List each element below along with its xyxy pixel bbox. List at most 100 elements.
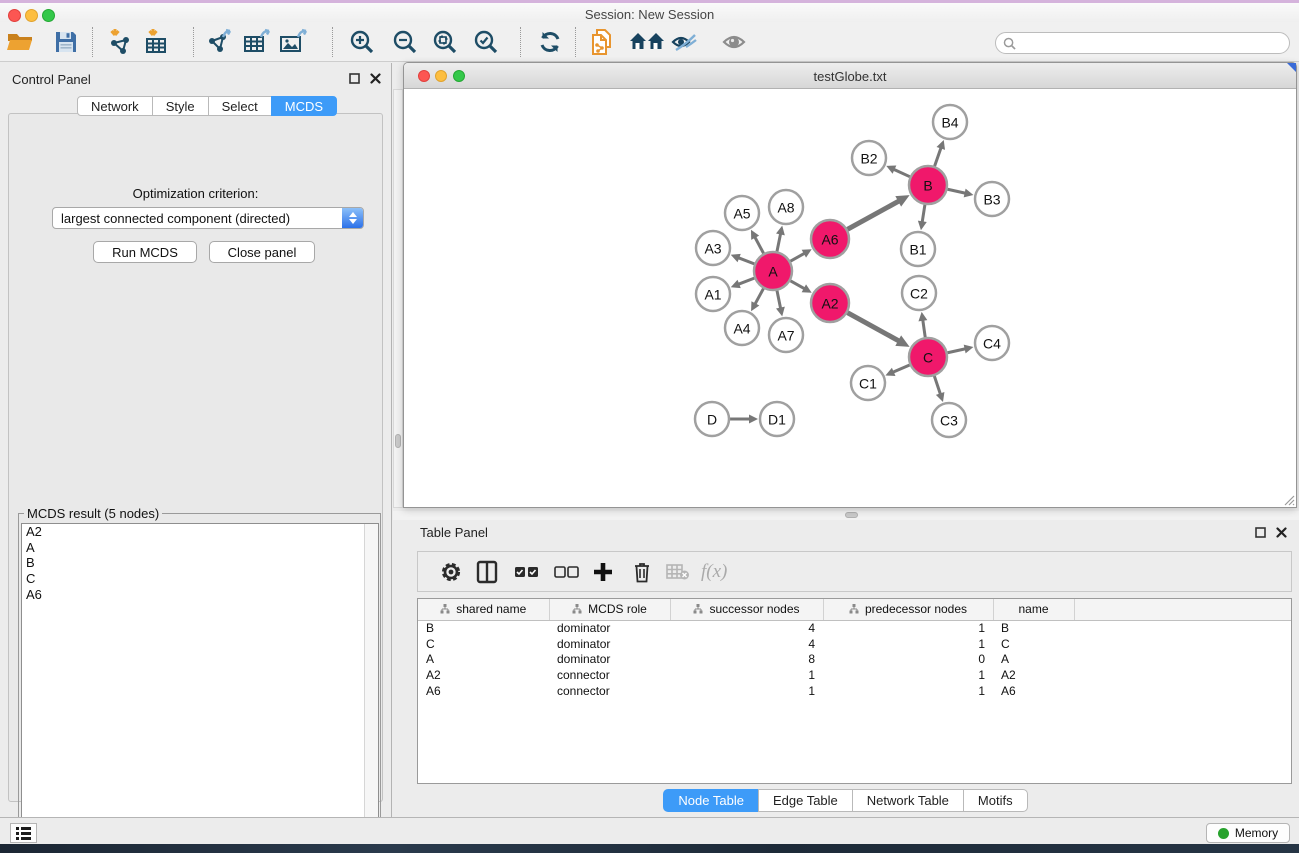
- cell[interactable]: dominator: [549, 620, 670, 636]
- search-input[interactable]: [1020, 36, 1289, 50]
- graph-node-B[interactable]: B: [909, 166, 947, 204]
- zoom-fit-button[interactable]: [429, 26, 461, 58]
- open-session-button[interactable]: [4, 26, 36, 58]
- column-header-predecessor-nodes[interactable]: predecessor nodes: [823, 599, 993, 620]
- export-image-button[interactable]: [277, 26, 309, 58]
- table-row-A2[interactable]: A2connector11A2: [418, 667, 1291, 683]
- cell[interactable]: 1: [823, 636, 993, 652]
- run-mcds-button[interactable]: Run MCDS: [93, 241, 197, 263]
- cell[interactable]: B: [418, 620, 549, 636]
- graph-edge-A6-B[interactable]: [848, 201, 900, 229]
- tab-motifs[interactable]: Motifs: [963, 789, 1028, 812]
- deselect-all-rows-button[interactable]: [554, 552, 579, 591]
- table-row-B[interactable]: Bdominator41B: [418, 620, 1291, 636]
- graph-edge-A-A3[interactable]: [738, 258, 754, 264]
- resize-grip-icon[interactable]: [1281, 492, 1295, 506]
- graph-edge-C-C4[interactable]: [948, 349, 966, 353]
- close-panel-icon[interactable]: [370, 73, 381, 84]
- graph-edge-B-B3[interactable]: [948, 189, 966, 193]
- cell[interactable]: 0: [823, 651, 993, 667]
- cell[interactable]: 1: [823, 667, 993, 683]
- result-item-C[interactable]: C: [22, 571, 378, 587]
- show-columns-button[interactable]: [476, 552, 498, 591]
- graph-node-B3[interactable]: B3: [975, 182, 1009, 216]
- network-window-titlebar[interactable]: testGlobe.txt: [404, 63, 1296, 89]
- vertical-scroll-thumb[interactable]: [395, 434, 401, 448]
- graph-node-C1[interactable]: C1: [851, 366, 885, 400]
- table-row-A[interactable]: Adominator80A: [418, 651, 1291, 667]
- column-header-name[interactable]: name: [993, 599, 1074, 620]
- memory-button[interactable]: Memory: [1206, 823, 1290, 843]
- graph-node-C[interactable]: C: [909, 338, 947, 376]
- zoom-selected-button[interactable]: [470, 26, 502, 58]
- graph-node-A1[interactable]: A1: [696, 277, 730, 311]
- graph-edge-A-A2[interactable]: [790, 281, 804, 289]
- search-field[interactable]: [995, 32, 1290, 54]
- cell[interactable]: A6: [418, 683, 549, 699]
- import-network-button[interactable]: [104, 26, 136, 58]
- cell[interactable]: connector: [549, 667, 670, 683]
- graph-edge-A-A1[interactable]: [738, 278, 754, 284]
- float-panel-icon[interactable]: [1255, 527, 1266, 538]
- graph-edge-A-A8[interactable]: [777, 233, 781, 251]
- cell[interactable]: C: [418, 636, 549, 652]
- cell[interactable]: A6: [993, 683, 1074, 699]
- graph-edge-B-B4[interactable]: [935, 147, 942, 166]
- close-panel-icon[interactable]: [1276, 527, 1287, 538]
- graph-node-D[interactable]: D: [695, 402, 729, 436]
- cell[interactable]: 1: [670, 683, 823, 699]
- graph-node-A8[interactable]: A8: [769, 190, 803, 224]
- export-table-button[interactable]: [241, 26, 273, 58]
- desktop-vertical-scrollbar[interactable]: [393, 89, 403, 508]
- export-network-button[interactable]: [204, 26, 236, 58]
- graph-node-A[interactable]: A: [754, 252, 792, 290]
- result-list-scrollbar[interactable]: [364, 524, 378, 842]
- graph-edge-C-C1[interactable]: [893, 365, 910, 372]
- table-row-A6[interactable]: A6connector11A6: [418, 683, 1291, 699]
- graph-node-A3[interactable]: A3: [696, 231, 730, 265]
- graph-edge-B-B1[interactable]: [922, 205, 925, 223]
- column-header-successor-nodes[interactable]: successor nodes: [670, 599, 823, 620]
- graph-edge-B-B2[interactable]: [894, 169, 910, 176]
- table-settings-button[interactable]: [440, 552, 462, 591]
- hide-graphics-button[interactable]: [668, 26, 700, 58]
- cell[interactable]: A2: [418, 667, 549, 683]
- tab-edge-table[interactable]: Edge Table: [758, 789, 853, 812]
- cell[interactable]: 8: [670, 651, 823, 667]
- network-graph[interactable]: B4B2BB3A5A8A6B1A3AA1C2A2A4A7C4CC1C3DD1: [405, 90, 1295, 507]
- graph-edge-A-A7[interactable]: [777, 291, 781, 309]
- criterion-dropdown[interactable]: largest connected component (directed): [52, 207, 364, 229]
- cell[interactable]: A: [418, 651, 549, 667]
- zoom-out-button[interactable]: [389, 26, 421, 58]
- save-session-button[interactable]: [50, 26, 82, 58]
- graph-edge-C-C2[interactable]: [923, 320, 925, 337]
- select-all-rows-button[interactable]: [514, 552, 539, 591]
- tab-style[interactable]: Style: [152, 96, 209, 116]
- tab-mcds[interactable]: MCDS: [271, 96, 337, 116]
- result-item-A6[interactable]: A6: [22, 587, 378, 603]
- graph-node-C3[interactable]: C3: [932, 403, 966, 437]
- mcds-result-list[interactable]: A2ABCA6: [21, 523, 379, 843]
- clone-network-button[interactable]: [587, 26, 619, 58]
- graph-node-B4[interactable]: B4: [933, 105, 967, 139]
- float-panel-icon[interactable]: [349, 73, 360, 84]
- graph-node-D1[interactable]: D1: [760, 402, 794, 436]
- import-table-button[interactable]: [141, 26, 173, 58]
- delete-columns-button[interactable]: [632, 552, 652, 591]
- cell[interactable]: connector: [549, 683, 670, 699]
- table-row-C[interactable]: Cdominator41C: [418, 636, 1291, 652]
- graph-edge-A-A4[interactable]: [755, 289, 764, 305]
- home-button[interactable]: [628, 26, 668, 58]
- result-item-A2[interactable]: A2: [22, 524, 378, 540]
- cell[interactable]: C: [993, 636, 1074, 652]
- graph-node-A7[interactable]: A7: [769, 318, 803, 352]
- tab-select[interactable]: Select: [208, 96, 272, 116]
- graph-node-A6[interactable]: A6: [811, 220, 849, 258]
- cell[interactable]: 4: [670, 636, 823, 652]
- cell[interactable]: A: [993, 651, 1074, 667]
- graph-node-A4[interactable]: A4: [725, 311, 759, 345]
- graph-edge-A2-C[interactable]: [848, 313, 900, 341]
- column-header-shared-name[interactable]: shared name: [418, 599, 549, 620]
- cell[interactable]: 1: [670, 667, 823, 683]
- graph-node-A5[interactable]: A5: [725, 196, 759, 230]
